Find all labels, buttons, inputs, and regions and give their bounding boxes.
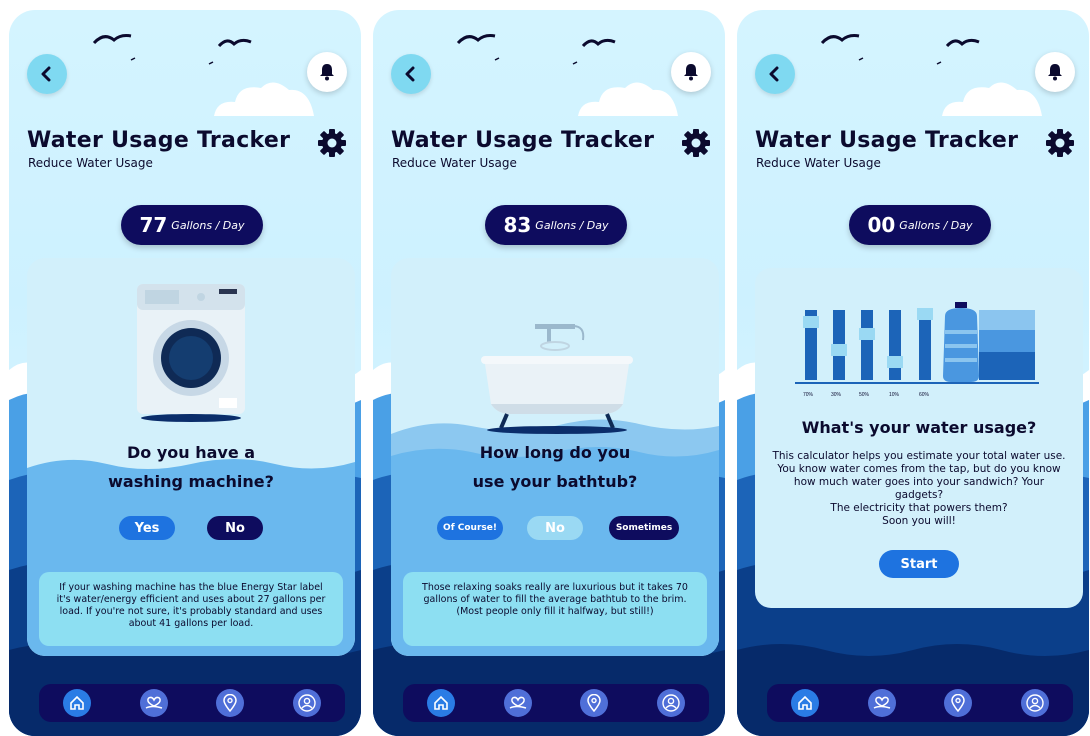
heart-hand-icon [873, 696, 890, 709]
bottom-nav [39, 684, 345, 722]
bottom-nav [767, 684, 1073, 722]
bell-icon [1048, 64, 1062, 81]
start-button[interactable]: Start [879, 550, 959, 578]
gear-icon[interactable] [1045, 128, 1075, 158]
chart-label-2: 30% [831, 392, 842, 398]
of-course-button[interactable]: Of Course! [437, 516, 503, 540]
nav-profile[interactable] [656, 689, 685, 717]
intro-line-1: This calculator helps you estimate your … [772, 450, 1066, 501]
notifications-button[interactable] [1035, 52, 1075, 92]
back-button[interactable] [27, 54, 67, 94]
gallons-value: 83 [503, 213, 532, 237]
cloud-decoration [578, 82, 678, 116]
gallons-per-day-badge: 77 Gallons / Day [121, 205, 263, 245]
bell-icon [320, 64, 334, 81]
bottom-nav [403, 684, 709, 722]
question-line-2: use your bathtub? [472, 472, 638, 491]
bell-icon [684, 64, 698, 81]
heart-hand-icon [509, 696, 526, 709]
question-card: How long do you use your bathtub? Of Cou… [391, 258, 719, 656]
gallons-per-day-badge: 83 Gallons / Day [485, 205, 627, 245]
chart-label-4: 10% [889, 392, 900, 398]
page-subtitle: Reduce Water Usage [28, 156, 153, 170]
water-usage-illustration: 70% 30% 50% 10% 60% [795, 302, 1039, 398]
chevron-left-icon [769, 66, 779, 82]
birds-decoration [820, 34, 980, 65]
gallons-unit: Gallons / Day [899, 218, 973, 232]
chevron-left-icon [405, 66, 415, 82]
gallons-value: 00 [867, 213, 896, 237]
back-button[interactable] [755, 54, 795, 94]
birds-decoration [456, 34, 616, 65]
nav-home[interactable] [427, 689, 456, 717]
chevron-left-icon [41, 66, 51, 82]
notifications-button[interactable] [307, 52, 347, 92]
screens-row: Water Usage Tracker Reduce Water Usage 7… [0, 0, 1090, 736]
gear-icon[interactable] [317, 128, 347, 158]
gear-icon[interactable] [681, 128, 711, 158]
page-subtitle: Reduce Water Usage [392, 156, 517, 170]
gallons-per-day-badge: 00 Gallons / Day [849, 205, 991, 245]
cloud-decoration [942, 82, 1042, 116]
home-icon [70, 695, 85, 710]
question-card: Do you have a washing machine? Yes No If… [27, 258, 355, 656]
nav-home[interactable] [63, 689, 92, 717]
page-title: Water Usage Tracker [27, 128, 291, 153]
nav-care[interactable] [867, 689, 896, 717]
bathtub-illustration [481, 324, 633, 434]
phone-screen-3: Water Usage Tracker Reduce Water Usage 0… [737, 10, 1089, 736]
question-line-2: washing machine? [108, 472, 274, 491]
nav-care[interactable] [503, 689, 532, 717]
info-box: Those relaxing soaks really are luxuriou… [403, 572, 707, 646]
page-title: Water Usage Tracker [391, 128, 655, 153]
chart-label-3: 50% [859, 392, 870, 398]
question-line-1: How long do you [479, 443, 631, 462]
location-pin-icon [587, 694, 602, 712]
nav-profile[interactable] [1020, 689, 1049, 717]
nav-home[interactable] [791, 689, 820, 717]
phone-screen-2: Water Usage Tracker Reduce Water Usage 8… [373, 10, 725, 736]
sometimes-button[interactable]: Sometimes [609, 516, 679, 540]
nav-location[interactable] [216, 689, 245, 717]
gallons-unit: Gallons / Day [171, 218, 245, 232]
location-pin-icon [951, 694, 966, 712]
nav-care[interactable] [139, 689, 168, 717]
intro-description: This calculator helps you estimate your … [769, 450, 1069, 528]
home-icon [434, 695, 449, 710]
washing-machine-illustration [137, 284, 245, 422]
cloud-decoration [214, 82, 314, 116]
nav-location[interactable] [944, 689, 973, 717]
no-button[interactable]: No [207, 516, 263, 540]
notifications-button[interactable] [671, 52, 711, 92]
heart-hand-icon [145, 696, 162, 709]
nav-profile[interactable] [292, 689, 321, 717]
intro-card: 70% 30% 50% 10% 60% What's your water us… [755, 268, 1083, 608]
chart-label-5: 60% [919, 392, 930, 398]
location-pin-icon [223, 694, 238, 712]
user-icon [1026, 694, 1044, 712]
intro-line-2: The electricity that powers them? [830, 502, 1008, 514]
gallons-value: 77 [139, 213, 168, 237]
gallons-unit: Gallons / Day [535, 218, 609, 232]
user-icon [662, 694, 680, 712]
phone-screen-1: Water Usage Tracker Reduce Water Usage 7… [9, 10, 361, 736]
yes-button[interactable]: Yes [119, 516, 175, 540]
nav-location[interactable] [580, 689, 609, 717]
back-button[interactable] [391, 54, 431, 94]
birds-decoration [92, 34, 252, 65]
intro-heading: What's your water usage? [801, 418, 1037, 437]
question-line-1: Do you have a [126, 443, 256, 462]
no-button[interactable]: No [527, 516, 583, 540]
user-icon [298, 694, 316, 712]
intro-line-3: Soon you will! [882, 515, 956, 527]
page-title: Water Usage Tracker [755, 128, 1019, 153]
home-icon [798, 695, 813, 710]
chart-label-1: 70% [803, 392, 814, 398]
info-box: If your washing machine has the blue Ene… [39, 572, 343, 646]
page-subtitle: Reduce Water Usage [756, 156, 881, 170]
